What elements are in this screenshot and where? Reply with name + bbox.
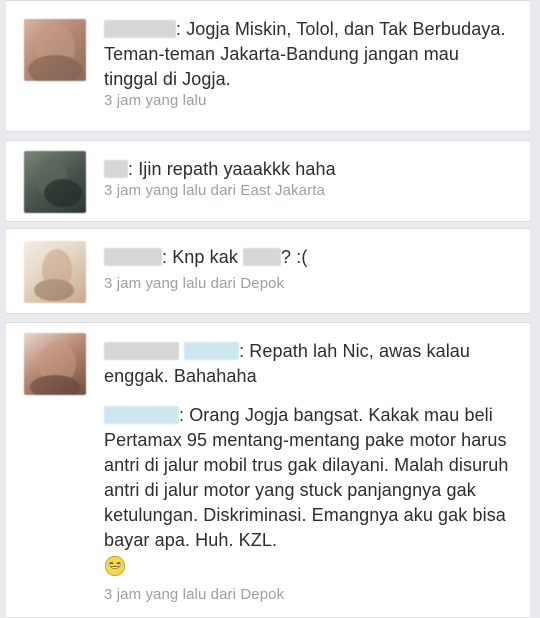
avatar-photo <box>24 19 86 81</box>
redacted-mention <box>104 406 179 424</box>
emoji-line <box>104 554 514 579</box>
redacted-mention <box>243 248 282 266</box>
comment-message-prefix: : Knp kak <box>162 247 244 267</box>
comment-time: 3 jam yang lalu dari East Jakarta <box>104 182 325 199</box>
comment-card-3: : Knp kak ? :( 3 jam yang lalu dari Depo… <box>6 228 530 314</box>
laughing-face-emoji-icon <box>104 555 126 577</box>
redacted-username <box>104 160 128 178</box>
avatar[interactable] <box>24 151 86 213</box>
comment-feed: : Jogja Miskin, Tolol, dan Tak Berbudaya… <box>0 0 540 618</box>
comment-text: : Knp kak ? :( 3 jam yang lalu dari Depo… <box>104 245 514 294</box>
avatar[interactable] <box>24 333 86 395</box>
redacted-username <box>104 342 179 360</box>
comment-text: : Jogja Miskin, Tolol, dan Tak Berbudaya… <box>104 17 514 111</box>
comment-card-4: : Repath lah Nic, awas kalau enggak. Bah… <box>6 322 530 618</box>
avatar[interactable] <box>24 241 86 303</box>
avatar-photo <box>24 151 86 213</box>
comment-time: 3 jam yang lalu dari Depok <box>104 275 285 292</box>
comment-message: : Ijin repath yaaakkk haha <box>128 159 336 179</box>
comment-time: 3 jam yang lalu dari Depok <box>104 586 285 603</box>
comment-message-suffix: ? :( <box>281 247 308 267</box>
redacted-username <box>104 20 176 38</box>
avatar-photo <box>24 333 86 395</box>
avatar[interactable] <box>24 19 86 81</box>
comment-text: : Repath lah Nic, awas kalau enggak. Bah… <box>104 339 514 605</box>
comment-message-2: : Orang Jogja bangsat. Kakak mau beli Pe… <box>104 405 509 550</box>
redacted-username <box>104 248 162 266</box>
comment-card-1: : Jogja Miskin, Tolol, dan Tak Berbudaya… <box>6 0 530 132</box>
comment-text: : Ijin repath yaaakkk haha 3 jam yang la… <box>104 157 514 201</box>
comment-card-2: : Ijin repath yaaakkk haha 3 jam yang la… <box>6 140 530 222</box>
comment-time: 3 jam yang lalu <box>104 92 207 109</box>
laughing-face-emoji-svg <box>104 555 126 577</box>
avatar-photo <box>24 241 86 303</box>
redacted-mention <box>184 342 240 360</box>
